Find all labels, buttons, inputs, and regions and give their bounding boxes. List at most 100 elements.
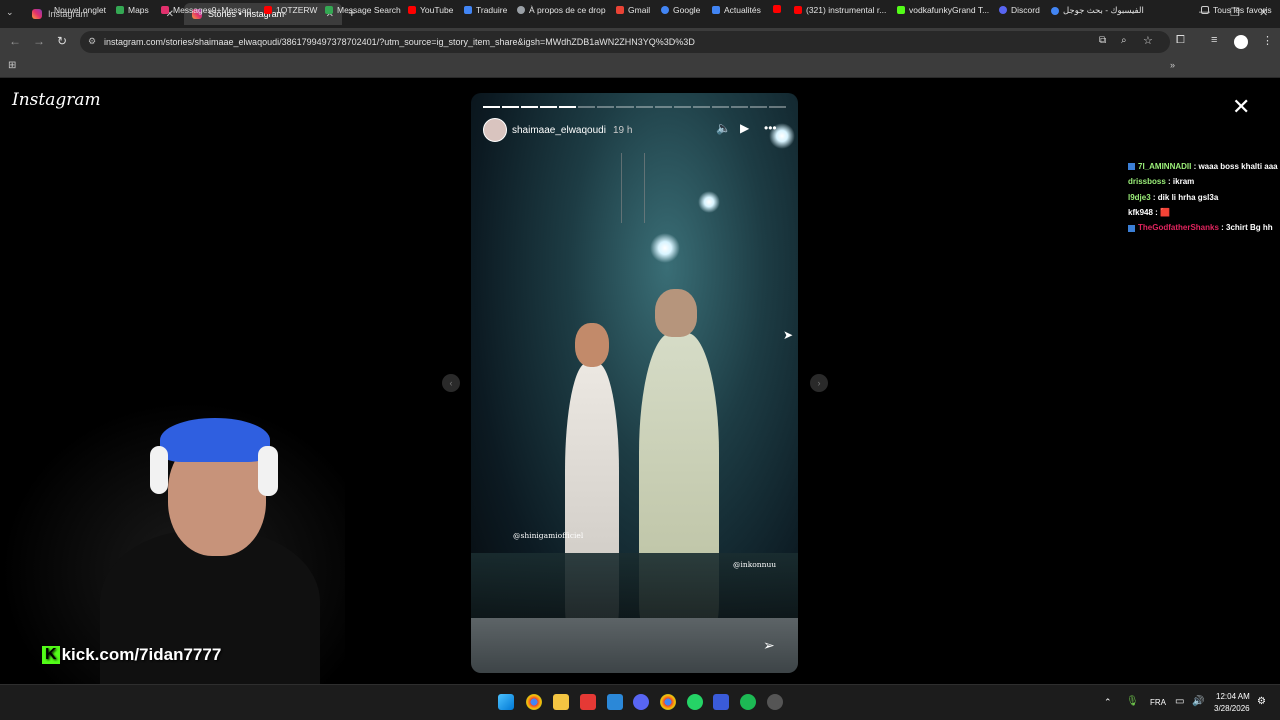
media-control-icon[interactable]: ≡ [1211, 34, 1217, 46]
chat-separator: : [1218, 223, 1227, 233]
chat-username: kfk948 [1128, 207, 1153, 217]
chrome-icon[interactable] [526, 694, 542, 710]
url-text: instagram.com/stories/shaimaae_elwaqoudi… [104, 37, 695, 47]
story-progress-segment [768, 106, 786, 108]
address-bar[interactable]: instagram.com/stories/shaimaae_elwaqoudi… [80, 31, 1170, 53]
share-icon[interactable]: ➢ [763, 637, 775, 654]
zoom-icon[interactable]: ⌕ [1121, 35, 1127, 46]
chrome-profile-icon[interactable] [660, 694, 676, 710]
previous-story-icon[interactable]: ‹ [442, 374, 460, 392]
profile-avatar[interactable] [1234, 35, 1248, 49]
bookmark-facebook-search[interactable]: الفيسبوك - بحث جوجل [1051, 5, 1144, 16]
bookmark-discord[interactable]: Discord [999, 5, 1040, 15]
spotify-icon[interactable] [740, 694, 756, 710]
bookmark-all[interactable]: Tous les favoris [1201, 5, 1272, 15]
notifications-icon[interactable]: ⚙ [1257, 696, 1266, 707]
story-progress-segment [578, 106, 596, 108]
chat-text: waaa boss khalti aaa [1198, 162, 1278, 171]
bookmark-instrumental[interactable]: (321) instrumental r... [794, 5, 886, 15]
google-icon [661, 6, 669, 14]
translate-icon [464, 6, 472, 14]
bookmarks-bar [0, 56, 1280, 78]
gmail-icon [616, 6, 624, 14]
obs-icon[interactable] [767, 694, 783, 710]
bookmark-actualites[interactable]: Actualités [712, 5, 761, 15]
bookmark-youtube-2[interactable] [773, 5, 785, 13]
bookmark-gmail[interactable]: Gmail [616, 5, 650, 15]
chat-message: kfk948 : 🟥 [1128, 208, 1170, 217]
folder-icon [1201, 6, 1209, 14]
next-story-icon[interactable]: › [810, 374, 828, 392]
instagram-favicon-icon [32, 9, 42, 19]
app-icon[interactable] [713, 694, 729, 710]
close-story-icon[interactable]: ✕ [1232, 94, 1250, 120]
site-info-icon[interactable]: ⚙ [88, 36, 96, 47]
back-icon[interactable]: ← [9, 34, 21, 48]
news-icon [712, 6, 720, 14]
whatsapp-icon[interactable] [687, 694, 703, 710]
volume-tray-icon[interactable]: 🔊 [1192, 696, 1204, 707]
chart-icon [325, 6, 333, 14]
story-viewer[interactable] [471, 93, 798, 673]
bookmark-nouvel-onglet[interactable]: Nouvel onglet [42, 5, 106, 15]
mention-tag-right[interactable]: @inkonnuu [733, 560, 776, 569]
chat-message: l9dje3 : dik li hrha gsl3a [1128, 193, 1218, 202]
bookmark-a-propos[interactable]: À propos de ce drop [517, 5, 606, 15]
bookmark-1qtzerw[interactable]: 1QTZERW [264, 5, 317, 15]
chat-text: dik li hrha gsl3a [1157, 192, 1219, 202]
clock-date[interactable]: 3/28/2026 [1214, 704, 1250, 713]
install-app-icon[interactable]: ⧉ [1099, 35, 1106, 46]
story-progress-segment [616, 106, 634, 108]
bookmark-star-icon[interactable]: ☆ [1143, 34, 1153, 47]
bookmark-messages[interactable]: Messages9+Messag... [161, 5, 258, 15]
bookmark-maps[interactable]: Maps [116, 5, 149, 15]
story-progress-segment [502, 106, 520, 108]
webcam-overlay [0, 400, 345, 690]
stage-light [698, 191, 720, 213]
headphone-right [258, 446, 278, 496]
microphone-icon[interactable]: 🎙 [1126, 696, 1139, 707]
youtube-icon [773, 5, 781, 13]
bookmark-youtube[interactable]: YouTube [408, 5, 453, 15]
story-progress-segment [521, 106, 539, 108]
file-explorer-icon[interactable] [553, 694, 569, 710]
discord-icon[interactable] [633, 694, 649, 710]
chat-username: 7I_AMINNADII [1138, 162, 1192, 171]
clock-time[interactable]: 12:04 AM [1216, 692, 1250, 701]
chat-text: 3chirt Bg hh [1226, 223, 1273, 233]
reload-icon[interactable]: ↻ [57, 34, 67, 48]
story-user-avatar[interactable] [483, 118, 507, 142]
forward-icon[interactable]: → [33, 34, 45, 48]
instagram-logo[interactable]: Instagram [12, 90, 101, 110]
notepad-icon[interactable] [607, 694, 623, 710]
youtube-icon [264, 6, 272, 14]
extensions-icon[interactable]: ⧠ [1176, 34, 1185, 47]
story-username[interactable]: shaimaae_elwaqoudi [512, 125, 606, 136]
mention-tag-left[interactable]: @shinigamiofficiel [513, 531, 583, 540]
menu-icon[interactable]: ⋮ [1262, 34, 1273, 47]
tray-overflow-icon[interactable]: ⌃ [1104, 697, 1112, 708]
headphone-left [150, 446, 168, 494]
story-progress-segment [483, 106, 501, 108]
language-indicator[interactable]: FRA [1150, 698, 1166, 707]
app-icon[interactable] [580, 694, 596, 710]
stage-light [650, 233, 680, 263]
bookmark-vodkafunky[interactable]: vodkafunkyGrand T... [897, 5, 989, 15]
kick-logo-icon: K [42, 646, 60, 664]
play-icon[interactable]: ▶ [740, 121, 749, 135]
youtube-icon [794, 6, 802, 14]
maps-icon [116, 6, 124, 14]
bookmark-message-search[interactable]: Message Search [325, 5, 401, 15]
story-progress-segment [711, 106, 729, 108]
tab-search-icon[interactable]: ⌄ [6, 7, 14, 18]
stage-floor [471, 618, 798, 673]
volume-icon[interactable]: 🔈 [716, 121, 731, 135]
apps-icon[interactable]: ⊞ [8, 60, 16, 71]
bookmark-google[interactable]: Google [661, 5, 700, 15]
globe-icon [517, 6, 525, 14]
more-bookmarks-icon[interactable]: » [1170, 60, 1175, 70]
bookmark-traduire[interactable]: Traduire [464, 5, 507, 15]
network-icon[interactable]: ▭ [1175, 696, 1184, 707]
start-icon[interactable] [498, 694, 514, 710]
more-options-icon[interactable]: ••• [764, 121, 777, 135]
